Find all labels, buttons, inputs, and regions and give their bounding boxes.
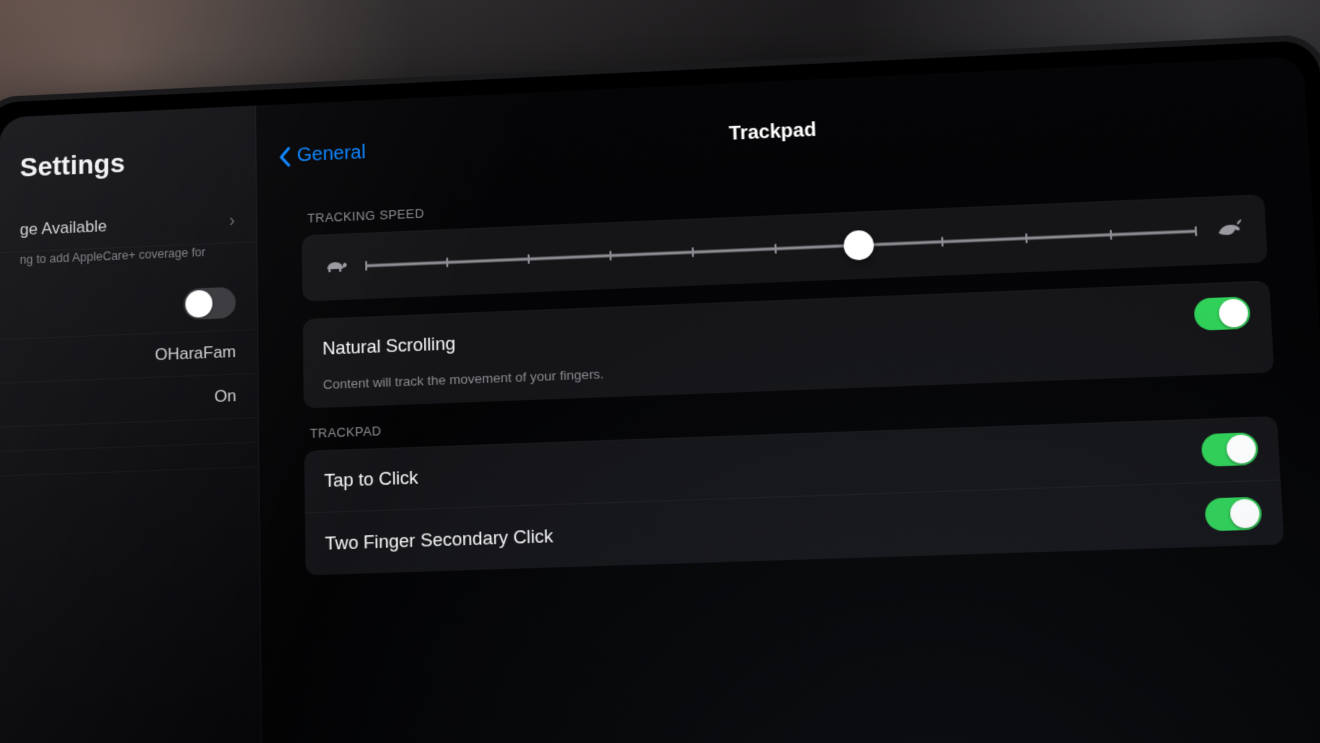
page-title: Trackpad xyxy=(729,119,817,145)
tracking-speed-slider[interactable] xyxy=(366,217,1197,279)
wifi-network-value: OHaraFam xyxy=(155,342,236,365)
slider-tick xyxy=(692,247,694,257)
natural-scrolling-label: Natural Scrolling xyxy=(322,333,455,360)
sidebar-item-airplane[interactable] xyxy=(0,274,257,340)
sidebar-title: Settings xyxy=(0,134,256,209)
hare-icon xyxy=(1214,218,1244,242)
tap-to-click-switch[interactable] xyxy=(1201,432,1259,467)
tortoise-icon xyxy=(323,255,349,278)
natural-scrolling-switch[interactable] xyxy=(1193,296,1251,330)
back-label: General xyxy=(297,142,366,167)
slider-tick xyxy=(1110,230,1113,240)
detail-pane: General Trackpad TRACKING SPEED xyxy=(256,56,1320,743)
two-finger-label: Two Finger Secondary Click xyxy=(325,525,554,555)
back-button[interactable]: General xyxy=(278,142,366,168)
slider-tick xyxy=(1025,233,1027,243)
slider-tick xyxy=(365,261,367,271)
slider-tick xyxy=(1195,226,1198,236)
slider-tick xyxy=(941,237,943,247)
slider-tick xyxy=(609,251,611,261)
slider-tick xyxy=(446,257,448,267)
chevron-right-icon: › xyxy=(229,210,235,231)
ipad-device-frame: 23% Settings ge Available › ng to add Ap… xyxy=(0,34,1320,743)
natural-scrolling-card: Natural Scrolling Content will track the… xyxy=(303,280,1275,408)
two-finger-switch[interactable] xyxy=(1204,497,1262,532)
slider-thumb[interactable] xyxy=(843,230,874,261)
bluetooth-state-value: On xyxy=(214,386,236,406)
slider-tick xyxy=(528,254,530,264)
chevron-left-icon xyxy=(278,146,292,168)
slider-tick xyxy=(774,244,776,254)
content-scroll[interactable]: TRACKING SPEED xyxy=(257,138,1320,635)
ipad-screen: 23% Settings ge Available › ng to add Ap… xyxy=(0,56,1320,743)
trackpad-options-card: Tap to Click Two Finger Secondary Click xyxy=(304,416,1284,575)
sidebar-item-label: ge Available xyxy=(20,216,107,239)
settings-sidebar[interactable]: Settings ge Available › ng to add AppleC… xyxy=(0,106,262,743)
tap-to-click-label: Tap to Click xyxy=(324,467,418,492)
airplane-mode-switch[interactable] xyxy=(183,287,235,320)
